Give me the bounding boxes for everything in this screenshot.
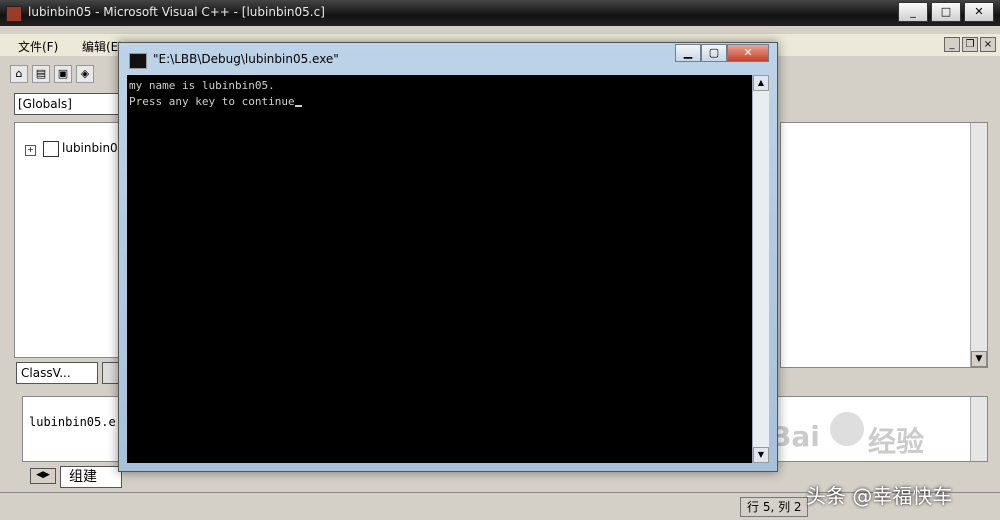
globals-combo[interactable]: [Globals] <box>14 93 122 115</box>
scroll-up-icon[interactable]: ▲ <box>753 75 769 91</box>
maximize-button[interactable]: □ <box>931 2 961 22</box>
menu-file[interactable]: 文件(F) <box>18 38 58 55</box>
text-cursor <box>294 105 302 107</box>
editor-scrollbar[interactable]: ▼ <box>970 123 987 367</box>
cursor-position: 行 5, 列 2 <box>740 497 808 517</box>
toolbar: ⌂ ▤ ▣ ◈ <box>10 60 120 88</box>
console-window-controls: ▁ ▢ ✕ <box>675 44 769 62</box>
tab-nav-arrows-icon[interactable]: ◀▶ <box>30 468 56 484</box>
console-close-button[interactable]: ✕ <box>727 44 769 62</box>
save-icon[interactable]: ▣ <box>54 65 72 83</box>
output-line: lubinbin05.e <box>29 415 116 429</box>
tree-expand-icon[interactable]: + <box>25 145 36 156</box>
mdi-minimize-button[interactable]: _ <box>944 37 960 52</box>
screen: lubinbin05 - Microsoft Visual C++ - [lub… <box>0 0 1000 520</box>
tab-build[interactable]: 组建 <box>60 466 122 488</box>
tree-item-project[interactable]: lubinbin05 <box>62 141 125 155</box>
mdi-close-button[interactable]: × <box>980 37 996 52</box>
mdi-controls: _ ❐ × <box>942 37 996 52</box>
tab-classview[interactable]: ClassV... <box>16 362 98 384</box>
watermark-credit: 头条 @幸福快车 <box>806 484 953 508</box>
window-controls: _ □ ✕ <box>895 2 994 22</box>
save-all-icon[interactable]: ◈ <box>76 65 94 83</box>
console-output[interactable]: my name is lubinbin05. Press any key to … <box>127 75 753 463</box>
app-icon[interactable] <box>6 6 22 22</box>
console-maximize-button[interactable]: ▢ <box>701 44 727 62</box>
output-scrollbar[interactable] <box>970 397 987 461</box>
menu-edit[interactable]: 编辑(E) <box>82 38 123 55</box>
window-title: lubinbin05 - Microsoft Visual C++ - [lub… <box>28 5 325 19</box>
home-icon[interactable]: ⌂ <box>10 65 28 83</box>
workspace-panel: + lubinbin05 <box>14 122 125 358</box>
console-title: "E:\LBB\Debug\lubinbin05.exe" <box>153 52 339 66</box>
editor-area[interactable]: ▼ <box>780 122 988 368</box>
minimize-button[interactable]: _ <box>898 2 928 22</box>
vc-titlebar: lubinbin05 - Microsoft Visual C++ - [lub… <box>0 0 1000 26</box>
scroll-down-icon[interactable]: ▼ <box>753 447 769 463</box>
open-folder-icon[interactable]: ▤ <box>32 65 50 83</box>
scroll-down-icon[interactable]: ▼ <box>971 351 987 367</box>
console-minimize-button[interactable]: ▁ <box>675 44 701 62</box>
close-button[interactable]: ✕ <box>964 2 994 22</box>
console-line-2-text: Press any key to continue <box>129 95 295 108</box>
baidu-paw-icon <box>830 412 864 446</box>
console-scrollbar[interactable]: ▲ ▼ <box>752 75 769 463</box>
console-line-2: Press any key to continue <box>129 95 302 108</box>
console-icon[interactable] <box>129 53 147 69</box>
watermark-jingyan: 经验 <box>868 425 925 458</box>
console-line-1: my name is lubinbin05. <box>129 79 275 92</box>
mdi-restore-button[interactable]: ❐ <box>962 37 978 52</box>
console-window: "E:\LBB\Debug\lubinbin05.exe" ▁ ▢ ✕ my n… <box>118 42 778 472</box>
project-icon <box>43 141 59 157</box>
